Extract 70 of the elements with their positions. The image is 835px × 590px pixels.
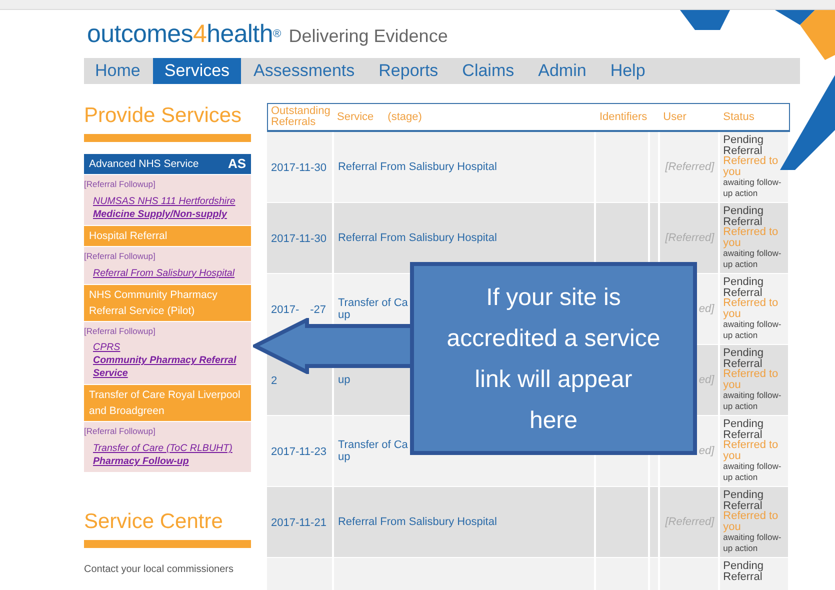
nav-tab[interactable]: Admin: [527, 58, 598, 84]
service-link[interactable]: Referral From Salisbury Hospital: [84, 266, 251, 280]
service-link[interactable]: up: [338, 309, 350, 321]
date-link[interactable]: -27: [310, 304, 326, 316]
service-name: Advanced NHS Service: [89, 157, 199, 172]
callout-box: If your site is accredited a service link will appear here: [410, 262, 697, 455]
service-link[interactable]: Medicine Supply/Non-supply: [84, 208, 251, 221]
status-detail: awaiting follow-up action: [723, 248, 782, 270]
column-header: Identifiers: [599, 110, 648, 122]
service-link[interactable]: Referral From Salisbury Hospital: [338, 232, 497, 244]
user-text: ed]: [698, 444, 714, 457]
status-text: Pending Referral: [723, 206, 764, 227]
date-link[interactable]: 2017-11-30: [271, 162, 326, 174]
status-text: Pending Referral: [723, 348, 764, 369]
status-detail: awaiting follow-up action: [723, 532, 782, 554]
status-note: Referred to you: [723, 227, 780, 248]
service-code: AS: [228, 156, 246, 172]
section-title: Provide Services: [84, 103, 243, 129]
nav-tab[interactable]: Services: [153, 58, 241, 84]
service-link[interactable]: Community Pharmacy Referral Service: [84, 354, 251, 380]
service-link[interactable]: NUMSAS NHS 111 Hertfordshire: [84, 194, 251, 208]
status-detail: awaiting follow-up action: [723, 319, 782, 341]
service-link[interactable]: CPRS: [84, 341, 251, 354]
status-text: Pending Referral: [723, 490, 764, 511]
nav-tab[interactable]: Help: [599, 58, 656, 84]
service-header[interactable]: Advanced NHS Service AS: [84, 154, 251, 175]
date-link[interactable]: 2017-11-21: [271, 517, 326, 529]
nav-tab[interactable]: Claims: [451, 58, 526, 84]
stage-label: [Referral Followup]: [84, 250, 156, 263]
stage-label: [Referral Followup]: [84, 425, 156, 438]
tagline: Delivering Evidence: [288, 25, 448, 48]
status-detail: awaiting follow-up action: [723, 177, 782, 199]
date-link[interactable]: 2: [271, 375, 278, 387]
status-text: Pending Referral: [723, 135, 764, 156]
column-header: Service: [336, 110, 374, 122]
logo-text: outcomes4health$^{®}$: [87, 19, 281, 50]
status-note: Referred to you: [723, 156, 780, 177]
nav-tab[interactable]: Home: [84, 58, 152, 84]
column-header: Status: [723, 110, 754, 122]
status-text: Pending Referral: [723, 419, 764, 440]
nav-tab[interactable]: Reports: [368, 58, 450, 84]
status-note: Referred to you: [723, 298, 780, 319]
date-link[interactable]: 2017-11-30: [271, 233, 326, 245]
status-note: Referred to you: [723, 440, 780, 461]
user-text: [Referred]: [665, 160, 714, 173]
status-text: Pending Referral: [723, 277, 764, 298]
nav-tab[interactable]: Assessments: [242, 58, 366, 84]
status-note: Referred to you: [723, 369, 780, 390]
service-link[interactable]: up: [338, 374, 350, 386]
help-text: Contact your local commissioners: [84, 563, 234, 577]
status-text: Pending Referral: [723, 561, 765, 582]
status-detail: awaiting follow-up action: [723, 390, 782, 412]
service-link[interactable]: Transfer of Ca: [338, 297, 408, 309]
service-link[interactable]: Referral From Salisbury Hospital: [338, 516, 497, 528]
column-header: Outstanding Referrals: [271, 105, 330, 128]
section-title: Service Centre: [84, 509, 224, 535]
stage-label: [Referral Followup]: [84, 178, 156, 191]
user-text: ed]: [698, 302, 714, 315]
column-header: (stage): [388, 110, 422, 122]
status-detail: awaiting follow-up action: [723, 461, 782, 483]
service-link[interactable]: up: [338, 451, 350, 463]
service-link[interactable]: Referral From Salisbury Hospital: [338, 161, 497, 173]
service-link[interactable]: Transfer of Care (ToC RLBUHT): [84, 442, 251, 455]
service-link[interactable]: Transfer of Ca: [338, 439, 408, 451]
date-link[interactable]: 2017-11-23: [271, 446, 326, 458]
column-header: User: [663, 110, 686, 122]
status-note: Referred to you: [723, 511, 780, 532]
service-link[interactable]: Pharmacy Follow-up: [84, 455, 251, 468]
date-link[interactable]: 2017-: [271, 304, 300, 316]
stage-label: [Referral Followup]: [84, 324, 156, 338]
